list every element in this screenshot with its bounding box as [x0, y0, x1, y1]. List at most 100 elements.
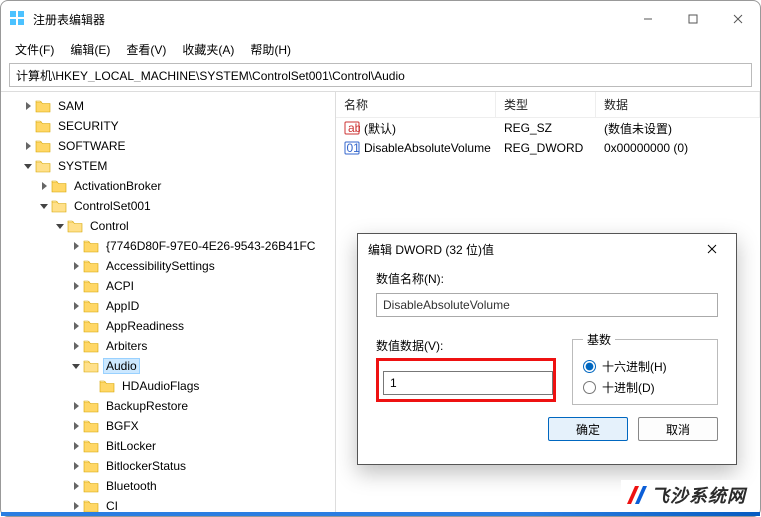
folder-icon [83, 499, 99, 512]
chevron-down-icon[interactable] [53, 224, 67, 229]
chevron-down-icon[interactable] [21, 164, 35, 169]
folder-icon [83, 339, 99, 353]
folder-icon [83, 479, 99, 493]
tree-node-label: BitlockerStatus [103, 458, 189, 474]
col-data[interactable]: 数据 [596, 92, 760, 117]
maximize-button[interactable] [670, 4, 715, 34]
address-input[interactable] [16, 68, 745, 82]
radio-hex[interactable]: 十六进制(H) [583, 358, 707, 375]
tree-node-label: SAM [55, 98, 87, 114]
chevron-down-icon[interactable] [37, 204, 51, 209]
menu-view[interactable]: 查看(V) [118, 38, 174, 61]
tree-node[interactable]: HDAudioFlags [1, 376, 335, 396]
window-title: 注册表编辑器 [33, 11, 105, 28]
chevron-right-icon[interactable] [69, 262, 83, 270]
tree-node[interactable]: BitlockerStatus [1, 456, 335, 476]
tree-node[interactable]: {7746D80F-97E0-4E26-9543-26B41FC [1, 236, 335, 256]
folder-icon [35, 119, 51, 133]
col-type[interactable]: 类型 [496, 92, 596, 117]
chevron-right-icon[interactable] [69, 502, 83, 510]
chevron-right-icon[interactable] [69, 402, 83, 410]
tree-node-label: SOFTWARE [55, 138, 129, 154]
menu-favorites[interactable]: 收藏夹(A) [174, 38, 242, 61]
tree-node[interactable]: Arbiters [1, 336, 335, 356]
dialog-title: 编辑 DWORD (32 位)值 [368, 241, 494, 258]
chevron-right-icon[interactable] [69, 242, 83, 250]
dialog-close-button[interactable] [698, 238, 726, 260]
tree-node[interactable]: BGFX [1, 416, 335, 436]
tree-node[interactable]: ControlSet001 [1, 196, 335, 216]
tree-node[interactable]: AccessibilitySettings [1, 256, 335, 276]
chevron-right-icon[interactable] [69, 482, 83, 490]
tree-node[interactable]: SYSTEM [1, 156, 335, 176]
base-legend: 基数 [583, 331, 615, 348]
menu-file[interactable]: 文件(F) [7, 38, 62, 61]
address-bar[interactable] [9, 63, 752, 87]
tree-node[interactable]: SAM [1, 96, 335, 116]
tree-node[interactable]: BackupRestore [1, 396, 335, 416]
chevron-right-icon[interactable] [69, 462, 83, 470]
list-header: 名称 类型 数据 [336, 92, 760, 118]
value-data-input[interactable] [383, 371, 553, 395]
list-row[interactable]: 011DisableAbsoluteVolumeREG_DWORD0x00000… [336, 138, 760, 158]
tree-node[interactable]: ActivationBroker [1, 176, 335, 196]
chevron-right-icon[interactable] [37, 182, 51, 190]
list-body: ab(默认)REG_SZ(数值未设置) 011 DisableAbsoluteVol… [336, 118, 760, 158]
value-name: DisableAbsoluteVolume [364, 141, 491, 155]
chevron-right-icon[interactable] [69, 282, 83, 290]
tree-node[interactable]: AppReadiness [1, 316, 335, 336]
folder-icon [83, 259, 99, 273]
tree-node[interactable]: SECURITY [1, 116, 335, 136]
menu-edit[interactable]: 编辑(E) [62, 38, 118, 61]
chevron-right-icon[interactable] [69, 422, 83, 430]
chevron-right-icon[interactable] [21, 142, 35, 150]
list-row[interactable]: ab(默认)REG_SZ(数值未设置) [336, 118, 760, 138]
tree-node[interactable]: Bluetooth [1, 476, 335, 496]
reg-string-icon: ab [344, 120, 360, 136]
menu-bar: 文件(F) 编辑(E) 查看(V) 收藏夹(A) 帮助(H) [1, 37, 760, 61]
chevron-right-icon[interactable] [69, 442, 83, 450]
chevron-right-icon[interactable] [69, 342, 83, 350]
radio-dec[interactable]: 十进制(D) [583, 379, 707, 396]
base-fieldset: 基数 十六进制(H) 十进制(D) [572, 331, 718, 405]
edit-dword-dialog: 编辑 DWORD (32 位)值 数值名称(N): DisableAbsolut… [357, 233, 737, 465]
tree-node-label: BitLocker [103, 438, 159, 454]
chevron-down-icon[interactable] [69, 364, 83, 369]
folder-icon [83, 239, 99, 253]
watermark-text: 飞沙系统网 [651, 482, 746, 508]
tree-node[interactable]: Control [1, 216, 335, 236]
tree-node-label: Arbiters [103, 338, 150, 354]
tree-node-label: AppReadiness [103, 318, 187, 334]
tree-node[interactable]: SOFTWARE [1, 136, 335, 156]
col-name[interactable]: 名称 [336, 92, 496, 117]
radio-hex-label: 十六进制(H) [602, 358, 667, 375]
tree-node[interactable]: ACPI [1, 276, 335, 296]
tree-node-label: AppID [103, 298, 142, 314]
menu-help[interactable]: 帮助(H) [242, 38, 299, 61]
value-data: (数值未设置) [596, 120, 760, 137]
value-name-label: 数值名称(N): [376, 270, 718, 287]
folder-icon [83, 459, 99, 473]
reg-dword-icon: 011 [344, 140, 360, 156]
ok-button[interactable]: 确定 [548, 417, 628, 441]
watermark: 飞沙系统网 [621, 480, 750, 510]
tree-node[interactable]: CI [1, 496, 335, 512]
minimize-button[interactable] [625, 4, 670, 34]
radio-dec-label: 十进制(D) [602, 379, 655, 396]
svg-text:ab: ab [348, 121, 360, 135]
cancel-button[interactable]: 取消 [638, 417, 718, 441]
chevron-right-icon[interactable] [69, 322, 83, 330]
tree-node[interactable]: AppID [1, 296, 335, 316]
tree-node[interactable]: Audio [1, 356, 335, 376]
close-button[interactable] [715, 4, 760, 34]
watermark-icon [625, 484, 647, 506]
tree-node[interactable]: BitLocker [1, 436, 335, 456]
chevron-right-icon[interactable] [69, 302, 83, 310]
radio-hex-input[interactable] [583, 360, 596, 373]
value-name-field[interactable]: DisableAbsoluteVolume [376, 293, 718, 317]
value-data-highlight [376, 358, 556, 402]
tree-node-label: ControlSet001 [71, 198, 154, 214]
chevron-right-icon[interactable] [21, 102, 35, 110]
tree-pane[interactable]: SAM SECURITY SOFTWARE SYSTEMActivationBroke… [1, 92, 336, 512]
radio-dec-input[interactable] [583, 381, 596, 394]
